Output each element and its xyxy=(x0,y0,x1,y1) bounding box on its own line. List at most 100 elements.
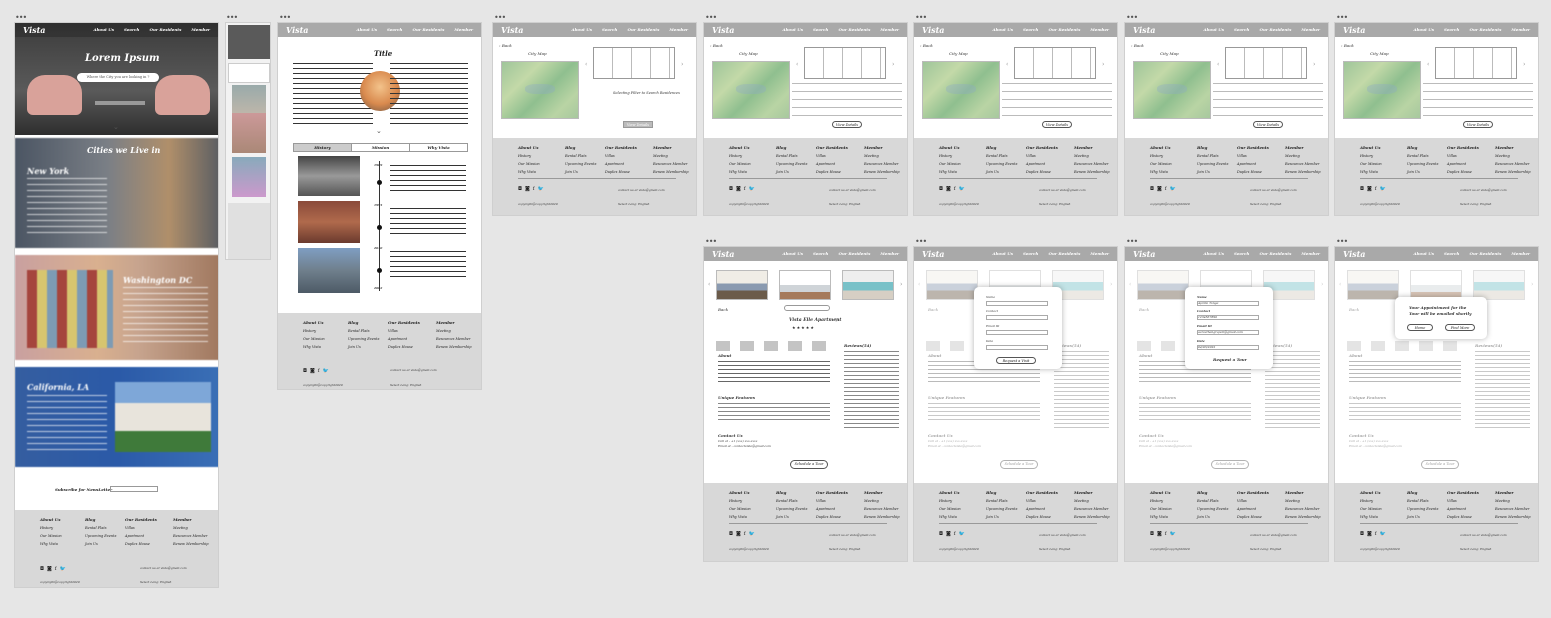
city-search-input[interactable]: Where the City you are looking in ? xyxy=(77,73,159,82)
brand-logo[interactable]: Vista xyxy=(286,25,309,35)
nav-member[interactable]: Member xyxy=(669,27,688,32)
nav-search[interactable]: Search xyxy=(813,251,828,256)
name-input[interactable]: Aprilia Tonga xyxy=(1197,301,1259,306)
contact-input[interactable] xyxy=(986,315,1048,320)
social-icons[interactable]: ◘◙f🐦 xyxy=(40,566,69,572)
social-icons[interactable]: ◘◙f🐦 xyxy=(729,186,758,192)
brand-logo[interactable]: Vista xyxy=(922,25,945,35)
city-map[interactable] xyxy=(922,61,1000,119)
language-select[interactable]: Select Lang: English xyxy=(829,202,860,206)
email-input[interactable] xyxy=(986,330,1048,335)
brand-logo[interactable]: Vista xyxy=(922,249,945,259)
chevron-left-icon[interactable]: ‹ xyxy=(1217,61,1219,68)
nav-member[interactable]: Member xyxy=(1301,251,1320,256)
social-icons[interactable]: ◘◙f🐦 xyxy=(303,368,332,374)
home-button[interactable]: Home xyxy=(1407,324,1433,331)
filter-panel[interactable] xyxy=(1435,47,1517,79)
nav-about[interactable]: About Us xyxy=(1204,251,1224,256)
language-select[interactable]: Select Lang: English xyxy=(1460,202,1491,206)
subscribe-email-input[interactable] xyxy=(110,486,158,492)
chevron-right-icon[interactable]: › xyxy=(892,61,894,68)
tab-history[interactable]: History xyxy=(294,144,351,151)
language-select[interactable]: Select Lang: English xyxy=(1039,547,1070,551)
nav-search[interactable]: Search xyxy=(602,27,617,32)
contact-input[interactable]: 1234567890 xyxy=(1197,315,1259,320)
nav-member[interactable]: Member xyxy=(191,27,210,32)
nav-about[interactable]: About Us xyxy=(783,27,803,32)
city-map[interactable] xyxy=(1343,61,1421,119)
tab-why-vista[interactable]: Why Vista xyxy=(409,144,467,151)
nav-about[interactable]: About Us xyxy=(94,27,114,32)
filter-panel[interactable] xyxy=(804,47,886,79)
nav-search[interactable]: Search xyxy=(1444,251,1459,256)
name-input[interactable] xyxy=(986,301,1048,306)
date-input[interactable]: 04/03/2022 xyxy=(1197,345,1259,350)
nav-member[interactable]: Member xyxy=(1511,251,1530,256)
apartment-photo[interactable] xyxy=(842,270,894,300)
city-map[interactable] xyxy=(1133,61,1211,119)
brand-logo[interactable]: Vista xyxy=(1343,249,1366,259)
social-icons[interactable]: ◘◙f🐦 xyxy=(939,531,968,537)
view-details-button[interactable]: View Details xyxy=(1463,121,1493,128)
brand-logo[interactable]: Vista xyxy=(712,249,735,259)
city-map[interactable] xyxy=(712,61,790,119)
city-card-california[interactable]: California, LA xyxy=(15,367,218,467)
nav-residents[interactable]: Our Residents xyxy=(149,27,181,32)
nav-search[interactable]: Search xyxy=(1444,27,1459,32)
social-icons[interactable]: ◘◙f🐦 xyxy=(1150,531,1179,537)
filter-panel[interactable] xyxy=(1225,47,1307,79)
social-icons[interactable]: ◘◙f🐦 xyxy=(939,186,968,192)
nav-search[interactable]: Search xyxy=(1234,251,1249,256)
chevron-down-icon[interactable]: ⌄ xyxy=(113,123,119,131)
nav-member[interactable]: Member xyxy=(1301,27,1320,32)
city-card-washington[interactable]: Washington DC xyxy=(15,255,218,360)
view-details-button[interactable]: View Details xyxy=(832,121,862,128)
back-link[interactable]: ‹ Back xyxy=(920,43,933,48)
language-select[interactable]: Select Lang: English xyxy=(618,202,649,206)
email-input[interactable]: aaravthangrapoli@gmail.com xyxy=(1197,330,1259,335)
tab-mission[interactable]: Mission xyxy=(351,144,409,151)
nav-about[interactable]: About Us xyxy=(1204,27,1224,32)
view-details-button[interactable]: View Details xyxy=(1253,121,1283,128)
filter-panel[interactable] xyxy=(1014,47,1096,79)
chevron-right-icon[interactable]: › xyxy=(900,281,902,288)
nav-member[interactable]: Member xyxy=(880,27,899,32)
social-icons[interactable]: ◘◙f🐦 xyxy=(729,531,758,537)
nav-about[interactable]: About Us xyxy=(993,27,1013,32)
apartment-photo[interactable] xyxy=(779,270,831,300)
language-select[interactable]: Select Lang: English xyxy=(1250,202,1281,206)
nav-residents[interactable]: Our Residents xyxy=(1048,251,1080,256)
date-input[interactable] xyxy=(986,345,1048,350)
language-select[interactable]: Select Lang: English xyxy=(140,580,171,584)
filter-panel[interactable] xyxy=(593,47,675,79)
nav-about[interactable]: About Us xyxy=(1414,251,1434,256)
chevron-left-icon[interactable]: ‹ xyxy=(1006,61,1008,68)
social-icons[interactable]: ◘◙f🐦 xyxy=(1150,186,1179,192)
nav-residents[interactable]: Our Residents xyxy=(1259,27,1291,32)
brand-logo[interactable]: Vista xyxy=(23,25,46,35)
social-icons[interactable]: ◘◙f🐦 xyxy=(518,186,547,192)
brand-logo[interactable]: Vista xyxy=(501,25,524,35)
chevron-left-icon[interactable]: ‹ xyxy=(585,61,587,68)
nav-about[interactable]: About Us xyxy=(1414,27,1434,32)
nav-member[interactable]: Member xyxy=(1511,27,1530,32)
language-select[interactable]: Select Lang: English xyxy=(1250,547,1281,551)
nav-search[interactable]: Search xyxy=(1023,27,1038,32)
back-link[interactable]: Back xyxy=(718,307,728,312)
chevron-right-icon[interactable]: › xyxy=(681,61,683,68)
language-select[interactable]: Select Lang: English xyxy=(1460,547,1491,551)
chevron-right-icon[interactable]: › xyxy=(1313,61,1315,68)
view-details-button[interactable]: View Details xyxy=(623,121,653,128)
nav-member[interactable]: Member xyxy=(1090,251,1109,256)
language-select[interactable]: Select Lang: English xyxy=(1039,202,1070,206)
chevron-right-icon[interactable]: › xyxy=(1102,61,1104,68)
apartment-photo[interactable] xyxy=(716,270,768,300)
schedule-tour-button[interactable]: Schedule a Tour xyxy=(790,460,828,469)
nav-search[interactable]: Search xyxy=(1234,27,1249,32)
back-link[interactable]: ‹ Back xyxy=(1131,43,1144,48)
nav-member[interactable]: Member xyxy=(880,251,899,256)
heart-icon[interactable]: ♡ xyxy=(834,318,838,324)
view-details-button[interactable]: View Details xyxy=(1042,121,1072,128)
language-select[interactable]: Select Lang: English xyxy=(390,383,421,387)
brand-logo[interactable]: Vista xyxy=(712,25,735,35)
